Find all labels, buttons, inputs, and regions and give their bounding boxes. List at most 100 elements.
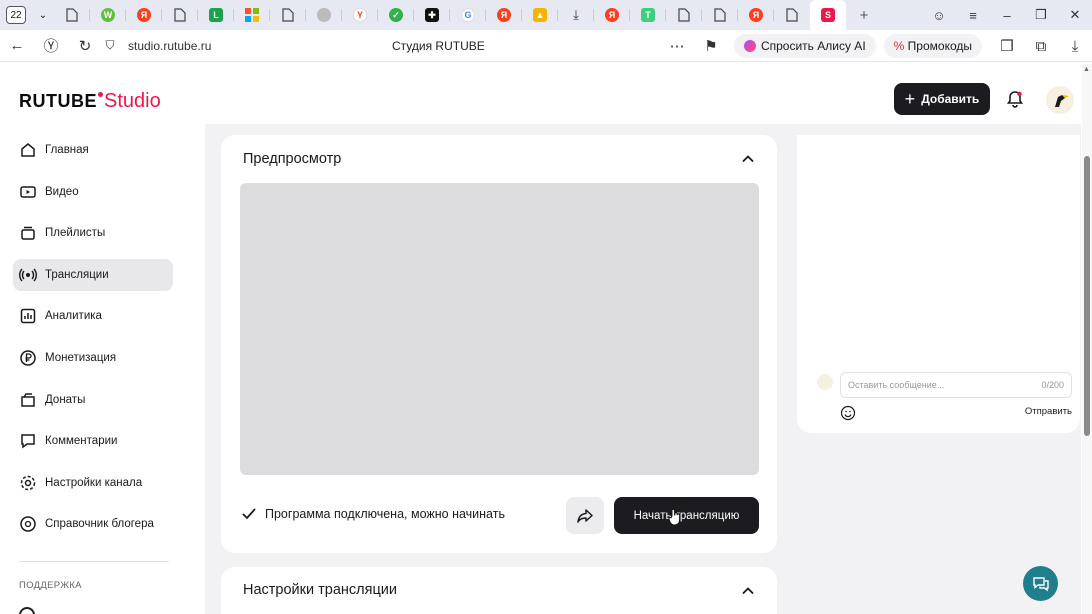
alice-icon bbox=[743, 40, 756, 52]
sidebar-item-broadcasts[interactable]: Трансляции bbox=[13, 258, 173, 291]
new-tab-icon[interactable]: + bbox=[846, 0, 882, 30]
tab-green-icon[interactable]: W bbox=[90, 0, 126, 30]
tab-yandex-icon[interactable]: Я bbox=[486, 0, 522, 30]
tabs-dropdown-icon[interactable]: ⌄ bbox=[32, 0, 54, 30]
more-icon[interactable]: ⋯ bbox=[660, 37, 694, 55]
emoji-icon[interactable] bbox=[840, 405, 856, 421]
tab-doc-icon[interactable] bbox=[702, 0, 738, 30]
promo-button[interactable]: % Промокоды bbox=[883, 34, 982, 58]
tab-yandex-icon[interactable]: Я bbox=[738, 0, 774, 30]
extension-icon[interactable]: ☺ bbox=[922, 8, 956, 23]
sidebar-item-blogger-guide[interactable]: Справочник блогера bbox=[13, 508, 173, 540]
tab-doc-icon[interactable] bbox=[774, 0, 810, 30]
tab-windows-icon[interactable] bbox=[234, 0, 270, 30]
page-scrollbar[interactable]: ▲ bbox=[1082, 64, 1092, 614]
sidebar-item-monetization[interactable]: Монетизация bbox=[13, 342, 173, 374]
chat-user-avatar bbox=[817, 374, 833, 390]
yandex-home-icon[interactable]: Ⓨ bbox=[34, 35, 68, 56]
support-item-icon bbox=[19, 607, 35, 614]
comments-icon bbox=[21, 434, 35, 449]
tab-doc-icon[interactable] bbox=[666, 0, 702, 30]
tab-doc-icon[interactable] bbox=[54, 0, 90, 30]
sidebar-item-analytics[interactable]: Аналитика bbox=[13, 300, 173, 332]
tab-yandex-icon[interactable]: Я bbox=[594, 0, 630, 30]
gear-icon bbox=[20, 475, 36, 490]
bookmark-icon[interactable]: ⚑ bbox=[694, 37, 728, 55]
chat-char-counter: 0/200 bbox=[1041, 380, 1064, 390]
tab-y-icon[interactable]: Y bbox=[342, 0, 378, 30]
tab-doc-icon[interactable] bbox=[270, 0, 306, 30]
reload-icon[interactable]: ↻ bbox=[68, 37, 102, 55]
tab-grey-icon[interactable] bbox=[306, 0, 342, 30]
window-controls: ☺ ≡ – ❐ ✕ bbox=[922, 0, 1092, 30]
broadcast-settings-title: Настройки трансляции bbox=[243, 582, 397, 598]
chat-panel: Оставить сообщение... 0/200 Отправить bbox=[797, 135, 1080, 433]
tab-plus-icon[interactable]: ✚ bbox=[414, 0, 450, 30]
sidebar-item-donates[interactable]: Донаты bbox=[13, 384, 173, 416]
sidebar-divider bbox=[19, 561, 169, 562]
tab-download-icon[interactable]: ⤓ bbox=[558, 0, 594, 30]
rutube-studio-logo[interactable]: RUTUBE Studio bbox=[19, 90, 161, 113]
sidebar: Главная Видео Плейлисты Трансляции Анали… bbox=[13, 134, 173, 550]
sidebar-item-channel-settings[interactable]: Настройки канала bbox=[13, 467, 173, 499]
url-field[interactable]: studio.rutube.ru bbox=[128, 39, 211, 53]
preview-card: Предпросмотр Программа подключена, можно… bbox=[221, 135, 777, 553]
tab-l-icon[interactable]: L bbox=[198, 0, 234, 30]
sidebar-item-comments[interactable]: Комментарии bbox=[13, 425, 173, 457]
extensions-icon[interactable]: ⧉ bbox=[1024, 38, 1058, 55]
collections-icon[interactable]: ❒ bbox=[990, 37, 1024, 55]
menu-icon[interactable]: ≡ bbox=[956, 8, 990, 23]
close-icon[interactable]: ✕ bbox=[1058, 7, 1092, 23]
tab-check-icon[interactable]: ✓ bbox=[378, 0, 414, 30]
playlist-icon bbox=[21, 226, 35, 240]
scroll-up-arrow-icon[interactable]: ▲ bbox=[1083, 66, 1090, 73]
address-bar: ← Ⓨ ↻ ⛉ studio.rutube.ru Студия RUTUBE ⋯… bbox=[0, 30, 1092, 62]
analytics-icon bbox=[20, 309, 36, 324]
plus-icon: + bbox=[904, 88, 916, 109]
support-chat-icon bbox=[1032, 576, 1049, 591]
tab-google-icon[interactable]: G bbox=[450, 0, 486, 30]
check-icon bbox=[242, 508, 256, 520]
share-button[interactable] bbox=[566, 497, 604, 534]
tab-count-badge[interactable]: 22 bbox=[6, 6, 26, 24]
tab-yandex-icon[interactable]: Я bbox=[126, 0, 162, 30]
tab-t-icon[interactable]: T bbox=[630, 0, 666, 30]
start-broadcast-button[interactable]: Начать трансляцию bbox=[614, 497, 759, 534]
sidebar-item-home[interactable]: Главная bbox=[13, 134, 173, 166]
donate-icon bbox=[21, 392, 35, 407]
back-icon[interactable]: ← bbox=[0, 37, 34, 54]
tab-image-icon[interactable]: ▲ bbox=[522, 0, 558, 30]
browser-tab-strip: 22 ⌄ W Я L Y ✓ ✚ G Я ▲ ⤓ Я T Я S + ☺ ≡ –… bbox=[0, 0, 1092, 30]
video-icon bbox=[20, 185, 36, 198]
security-shield-icon[interactable]: ⛉ bbox=[102, 38, 118, 53]
sidebar-item-playlists[interactable]: Плейлисты bbox=[13, 217, 173, 249]
tab-doc-icon[interactable] bbox=[162, 0, 198, 30]
notifications-bell-icon[interactable] bbox=[1004, 88, 1026, 110]
collapse-preview-icon[interactable] bbox=[741, 152, 755, 166]
home-icon bbox=[21, 143, 35, 157]
avatar[interactable] bbox=[1046, 86, 1074, 114]
chat-message-input[interactable]: Оставить сообщение... 0/200 bbox=[840, 372, 1072, 398]
support-section-label: ПОДДЕРЖКА bbox=[19, 580, 82, 591]
percent-icon: % bbox=[893, 39, 905, 53]
broadcast-icon bbox=[19, 268, 37, 282]
add-button[interactable]: + Добавить bbox=[894, 83, 990, 115]
support-chat-button[interactable] bbox=[1023, 566, 1058, 601]
page-title: Студия RUTUBE bbox=[392, 39, 485, 53]
collapse-settings-icon[interactable] bbox=[741, 584, 755, 598]
connection-status: Программа подключена, можно начинать bbox=[241, 507, 505, 521]
scroll-thumb[interactable] bbox=[1084, 156, 1090, 436]
video-preview-player[interactable] bbox=[240, 183, 759, 475]
help-icon bbox=[20, 516, 36, 533]
restore-icon[interactable]: ❐ bbox=[1024, 7, 1058, 23]
minimize-icon[interactable]: – bbox=[990, 8, 1024, 23]
logo-dot bbox=[98, 92, 103, 97]
send-message-button[interactable]: Отправить bbox=[1025, 406, 1072, 417]
downloads-icon[interactable]: ⤓ bbox=[1058, 38, 1092, 55]
tab-rutube-studio-active[interactable]: S bbox=[810, 0, 846, 30]
broadcast-settings-card: Настройки трансляции bbox=[221, 567, 777, 614]
ruble-icon bbox=[20, 350, 36, 366]
ask-alice-button[interactable]: Спросить Алису AI bbox=[733, 34, 876, 58]
hand-cursor-icon bbox=[668, 508, 681, 526]
sidebar-item-video[interactable]: Видео bbox=[13, 176, 173, 208]
